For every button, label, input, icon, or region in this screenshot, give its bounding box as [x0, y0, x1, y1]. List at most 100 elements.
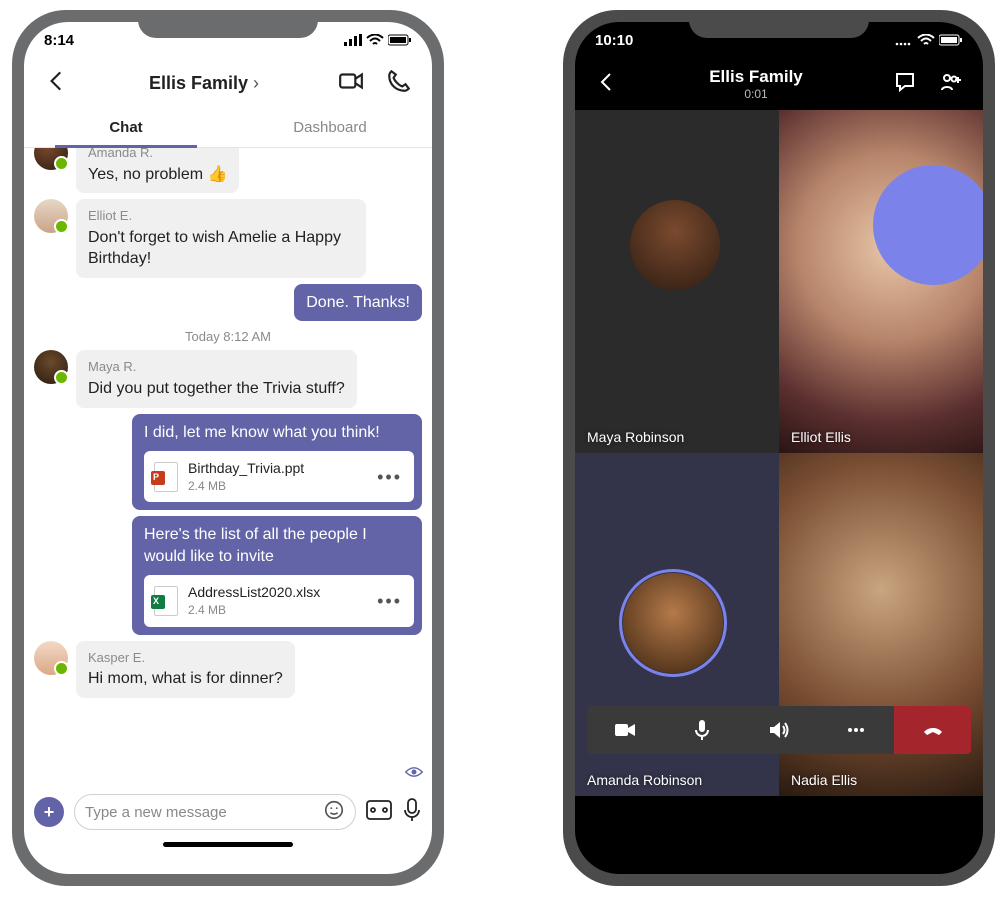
message-text: Here's the list of all the people I woul…: [144, 524, 410, 567]
tab-bar: Chat Dashboard: [24, 108, 432, 148]
message-text: Don't forget to wish Amelie a Happy Birt…: [88, 227, 354, 270]
sender-name: Elliot E.: [88, 207, 354, 225]
message-bubble-outgoing[interactable]: I did, let me know what you think! Birth…: [132, 414, 422, 511]
toggle-mic-button[interactable]: [664, 706, 741, 754]
toggle-speaker-button[interactable]: [741, 706, 818, 754]
screen-call: 10:10 Ellis Family 0:01: [575, 22, 983, 874]
file-attachment[interactable]: AddressList2020.xlsx 2.4 MB •••: [144, 575, 414, 626]
file-info: AddressList2020.xlsx 2.4 MB: [188, 583, 365, 618]
file-more-button[interactable]: •••: [375, 465, 404, 489]
back-button[interactable]: [587, 66, 627, 103]
avatar[interactable]: [34, 148, 68, 170]
phone-call: 10:10 Ellis Family 0:01: [563, 10, 995, 886]
tab-chat[interactable]: Chat: [24, 108, 228, 147]
participant-avatar: [630, 200, 720, 290]
excel-icon: [154, 586, 178, 616]
more-options-button[interactable]: [817, 706, 894, 754]
composer: + Type a new message: [24, 786, 432, 838]
wifi-icon: [366, 34, 384, 46]
battery-icon: [388, 34, 412, 46]
avatar[interactable]: [34, 199, 68, 233]
sender-name: Amanda R.: [88, 148, 227, 162]
message-row: Amanda R. Yes, no problem 👍: [34, 148, 422, 193]
back-button[interactable]: [36, 64, 78, 103]
message-text: Hi mom, what is for dinner?: [88, 668, 283, 690]
wifi-icon: [917, 34, 935, 46]
participant-tile[interactable]: Maya Robinson: [575, 110, 779, 453]
participant-name: Amanda Robinson: [587, 772, 702, 788]
participant-avatar: [623, 573, 723, 673]
chevron-right-icon: ›: [253, 73, 259, 93]
status-time: 10:10: [595, 32, 633, 49]
hangup-button[interactable]: [894, 706, 971, 754]
message-row: Kasper E. Hi mom, what is for dinner?: [34, 641, 422, 698]
participant-tile[interactable]: Elliot Ellis: [779, 110, 983, 453]
timestamp-divider: Today 8:12 AM: [30, 329, 426, 344]
call-title-text: Ellis Family: [633, 67, 879, 87]
message-bubble-incoming[interactable]: Kasper E. Hi mom, what is for dinner?: [76, 641, 295, 698]
home-indicator[interactable]: [24, 838, 432, 856]
message-row: I did, let me know what you think! Birth…: [34, 414, 422, 511]
message-bubble-outgoing[interactable]: Done. Thanks!: [294, 284, 422, 322]
signal-icon: [344, 34, 362, 46]
sender-name: Kasper E.: [88, 649, 283, 667]
status-icons: [344, 34, 412, 46]
attach-button[interactable]: +: [34, 797, 64, 827]
avatar[interactable]: [34, 641, 68, 675]
file-more-button[interactable]: •••: [375, 589, 404, 613]
message-text: Did you put together the Trivia stuff?: [88, 378, 345, 400]
call-title: Ellis Family 0:01: [633, 67, 879, 101]
signal-icon: [895, 34, 913, 46]
file-info: Birthday_Trivia.ppt 2.4 MB: [188, 459, 365, 494]
file-name: Birthday_Trivia.ppt: [188, 459, 365, 478]
message-bubble-incoming[interactable]: Amanda R. Yes, no problem 👍: [76, 148, 239, 193]
powerpoint-icon: [154, 462, 178, 492]
file-size: 2.4 MB: [188, 478, 365, 494]
emoji-button[interactable]: [323, 799, 345, 825]
chat-title-text: Ellis Family: [149, 73, 248, 93]
gif-button[interactable]: [366, 800, 392, 825]
participant-name: Elliot Ellis: [791, 429, 851, 445]
file-size: 2.4 MB: [188, 602, 365, 618]
avatar[interactable]: [34, 350, 68, 384]
screen-chat: 8:14 Ellis Family › Chat D: [24, 22, 432, 874]
add-participant-button[interactable]: [931, 66, 971, 103]
tab-dashboard[interactable]: Dashboard: [228, 108, 432, 147]
status-time: 8:14: [44, 32, 74, 49]
notch: [138, 10, 318, 38]
message-text: Yes, no problem 👍: [88, 164, 227, 186]
message-placeholder: Type a new message: [85, 804, 227, 821]
reaction-overlay: [873, 165, 983, 285]
participant-name: Nadia Ellis: [791, 772, 857, 788]
audio-call-button[interactable]: [378, 64, 420, 103]
chat-title[interactable]: Ellis Family ›: [84, 73, 324, 94]
phone-chat: 8:14 Ellis Family › Chat D: [12, 10, 444, 886]
voice-message-button[interactable]: [402, 798, 422, 827]
call-controls: [587, 706, 971, 754]
message-list[interactable]: Amanda R. Yes, no problem 👍 Elliot E. Do…: [24, 148, 432, 786]
chat-button[interactable]: [885, 66, 925, 103]
video-grid: Maya Robinson Elliot Ellis Amanda Robins…: [575, 110, 983, 796]
video-call-button[interactable]: [330, 64, 372, 103]
battery-icon: [939, 34, 963, 46]
seen-indicator-icon: [404, 765, 424, 784]
message-text: Done. Thanks!: [306, 292, 410, 314]
call-header: Ellis Family 0:01: [575, 58, 983, 110]
status-icons: [895, 34, 963, 46]
message-bubble-incoming[interactable]: Maya R. Did you put together the Trivia …: [76, 350, 357, 407]
message-row: Done. Thanks!: [34, 284, 422, 322]
chat-header: Ellis Family ›: [24, 58, 432, 108]
message-bubble-incoming[interactable]: Elliot E. Don't forget to wish Amelie a …: [76, 199, 366, 278]
file-attachment[interactable]: Birthday_Trivia.ppt 2.4 MB •••: [144, 451, 414, 502]
notch: [689, 10, 869, 38]
call-duration: 0:01: [633, 87, 879, 101]
participant-name: Maya Robinson: [587, 429, 684, 445]
message-row: Elliot E. Don't forget to wish Amelie a …: [34, 199, 422, 278]
message-text: I did, let me know what you think!: [144, 422, 410, 444]
message-row: Maya R. Did you put together the Trivia …: [34, 350, 422, 407]
toggle-camera-button[interactable]: [587, 706, 664, 754]
message-input[interactable]: Type a new message: [74, 794, 356, 830]
file-name: AddressList2020.xlsx: [188, 583, 365, 602]
message-row: Here's the list of all the people I woul…: [34, 516, 422, 634]
message-bubble-outgoing[interactable]: Here's the list of all the people I woul…: [132, 516, 422, 634]
